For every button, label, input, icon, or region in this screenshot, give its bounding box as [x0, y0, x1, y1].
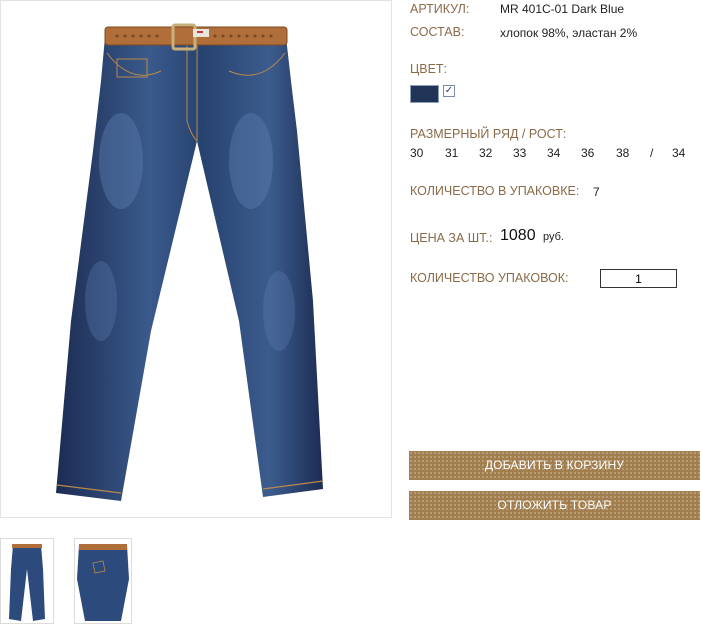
- color-swatch-dark-blue[interactable]: [410, 85, 439, 103]
- article-value: MR 401C-01 Dark Blue: [500, 2, 625, 16]
- price-value: 1080: [500, 227, 536, 244]
- packs-label: КОЛИЧЕСТВО УПАКОВОК:: [410, 271, 569, 285]
- thumbnail-back[interactable]: [74, 538, 132, 624]
- price-currency: руб.: [543, 231, 564, 243]
- size-label: РАЗМЕРНЫЙ РЯД / РОСТ:: [410, 127, 567, 141]
- height-34: 34: [672, 146, 686, 160]
- add-to-cart-button[interactable]: ДОБАВИТЬ В КОРЗИНУ: [409, 451, 700, 480]
- thumbnail-jeans-back: [77, 544, 129, 621]
- color-checkbox[interactable]: ✓: [443, 85, 455, 97]
- thumbnail-front[interactable]: [0, 538, 54, 624]
- postpone-item-button[interactable]: ОТЛОЖИТЬ ТОВАР: [409, 491, 700, 520]
- pack-qty-label: КОЛИЧЕСТВО В УПАКОВКЕ:: [410, 184, 580, 198]
- size-38: 38: [616, 146, 630, 160]
- size-32: 32: [479, 146, 493, 160]
- size-separator: /: [650, 146, 654, 160]
- composition-label: СОСТАВ:: [410, 25, 465, 39]
- size-34: 34: [547, 146, 561, 160]
- jeans-image: [56, 23, 324, 501]
- size-33: 33: [513, 146, 527, 160]
- size-36: 36: [581, 146, 595, 160]
- article-label: АРТИКУЛ:: [410, 2, 470, 16]
- size-30: 30: [410, 146, 424, 160]
- packs-quantity-input[interactable]: [600, 269, 677, 288]
- color-label: ЦВЕТ:: [410, 62, 448, 76]
- size-31: 31: [445, 146, 459, 160]
- price-label: ЦЕНА ЗА ШТ.:: [410, 231, 493, 245]
- main-product-image: [0, 0, 392, 518]
- composition-value: хлопок 98%, эластан 2%: [500, 26, 638, 40]
- pack-qty-value: 7: [593, 185, 600, 199]
- thumbnail-jeans-front: [9, 544, 45, 621]
- size-range: 30 31 32 33 34 36 38 / 34: [410, 146, 700, 162]
